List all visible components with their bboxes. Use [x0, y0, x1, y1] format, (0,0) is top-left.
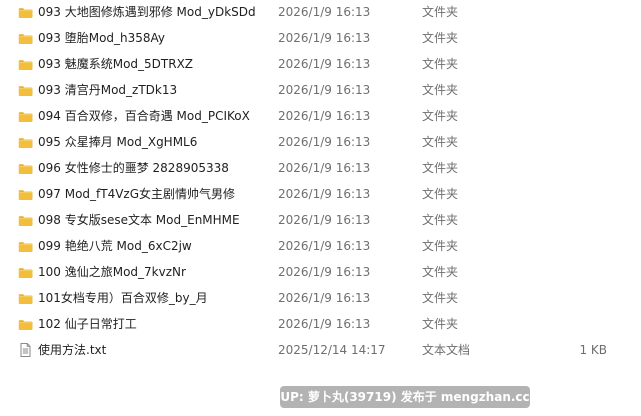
file-name: 097 Mod_fT4VzG女主剧情帅气男修: [38, 187, 236, 201]
file-name: 098 专女版sese文本 Mod_EnMHME: [38, 213, 240, 227]
folder-row[interactable]: 093 清宫丹Mod_zTDk13 2026/1/9 16:13 文件夹: [0, 78, 641, 104]
folder-row[interactable]: 093 魅魔系统Mod_5DTRXZ 2026/1/9 16:13 文件夹: [0, 52, 641, 78]
file-list: 093 大地图修炼遇到邪修 Mod_yDkSDd 2026/1/9 16:13 文件…: [0, 0, 641, 416]
folder-row[interactable]: 093 堕胎Mod_h358Ay 2026/1/9 16:13 文件夹: [0, 26, 641, 52]
folder-row[interactable]: 097 Mod_fT4VzG女主剧情帅气男修 2026/1/9 16:13 文件夹: [0, 182, 641, 208]
folder-row[interactable]: 093 大地图修炼遇到邪修 Mod_yDkSDd 2026/1/9 16:13 文件…: [0, 0, 641, 26]
modified-date: 2026/1/9 16:13: [278, 5, 371, 19]
modified-date: 2026/1/9 16:13: [278, 135, 371, 149]
watermark: UP: 萝卜丸(39719) 发布于 mengzhan.cc: [280, 386, 530, 408]
file-type: 文件夹: [422, 187, 459, 201]
folder-icon: [18, 160, 33, 176]
file-type: 文本文档: [422, 343, 471, 357]
file-name: 093 堕胎Mod_h358Ay: [38, 31, 166, 45]
folder-icon: [18, 238, 33, 254]
folder-row[interactable]: 098 专女版sese文本 Mod_EnMHME 2026/1/9 16:13 文件…: [0, 208, 641, 234]
modified-date: 2026/1/9 16:13: [278, 109, 371, 123]
file-type: 文件夹: [422, 109, 459, 123]
file-name: 093 魅魔系统Mod_5DTRXZ: [38, 57, 194, 71]
file-name: 094 百合双修，百合奇遇 Mod_PCIKoX: [38, 109, 250, 123]
modified-date: 2026/1/9 16:13: [278, 239, 371, 253]
file-type: 文件夹: [422, 161, 459, 175]
file-type: 文件夹: [422, 31, 459, 45]
file-name: 099 艳绝八荒 Mod_6xC2jw: [38, 239, 192, 253]
file-type: 文件夹: [422, 5, 459, 19]
folder-icon: [18, 290, 33, 306]
modified-date: 2026/1/9 16:13: [278, 291, 371, 305]
modified-date: 2026/1/9 16:13: [278, 31, 371, 45]
folder-icon: [18, 56, 33, 72]
folder-row[interactable]: 100 逸仙之旅Mod_7kvzNr 2026/1/9 16:13 文件夹: [0, 260, 641, 286]
file-size: 1 KB: [579, 343, 607, 357]
file-name: 095 众星捧月 Mod_XgHML6: [38, 135, 198, 149]
folder-row[interactable]: 099 艳绝八荒 Mod_6xC2jw 2026/1/9 16:13 文件夹: [0, 234, 641, 260]
file-name: 100 逸仙之旅Mod_7kvzNr: [38, 265, 186, 279]
folder-icon: [18, 316, 33, 332]
folder-row[interactable]: 102 仙子日常打工 2026/1/9 16:13 文件夹: [0, 312, 641, 338]
file-name: 093 清宫丹Mod_zTDk13: [38, 83, 178, 97]
folder-row[interactable]: 096 女性修士的噩梦 2828905338 2026/1/9 16:13 文件夹: [0, 156, 641, 182]
folder-row[interactable]: 101女档专用）百合双修_by_月 2026/1/9 16:13 文件夹: [0, 286, 641, 312]
modified-date: 2026/1/9 16:13: [278, 265, 371, 279]
folder-icon: [18, 30, 33, 46]
modified-date: 2025/12/14 14:17: [278, 343, 386, 357]
folder-icon: [18, 212, 33, 228]
file-name: 101女档专用）百合双修_by_月: [38, 291, 208, 305]
file-type: 文件夹: [422, 291, 459, 305]
folder-row[interactable]: 094 百合双修，百合奇遇 Mod_PCIKoX 2026/1/9 16:13 文件…: [0, 104, 641, 130]
file-name: 102 仙子日常打工: [38, 317, 137, 331]
folder-icon: [18, 82, 33, 98]
file-type: 文件夹: [422, 83, 459, 97]
modified-date: 2026/1/9 16:13: [278, 161, 371, 175]
folder-row[interactable]: 095 众星捧月 Mod_XgHML6 2026/1/9 16:13 文件夹: [0, 130, 641, 156]
folder-icon: [18, 4, 33, 20]
file-name: 096 女性修士的噩梦 2828905338: [38, 161, 229, 175]
folder-icon: [18, 134, 33, 150]
file-name: 093 大地图修炼遇到邪修 Mod_yDkSDd: [38, 5, 256, 19]
file-type: 文件夹: [422, 265, 459, 279]
file-type: 文件夹: [422, 135, 459, 149]
modified-date: 2026/1/9 16:13: [278, 83, 371, 97]
folder-icon: [18, 186, 33, 202]
text-file-icon: [18, 342, 33, 358]
file-type: 文件夹: [422, 57, 459, 71]
file-name: 使用方法.txt: [38, 343, 107, 357]
file-type: 文件夹: [422, 213, 459, 227]
folder-icon: [18, 264, 33, 280]
modified-date: 2026/1/9 16:13: [278, 213, 371, 227]
file-type: 文件夹: [422, 317, 459, 331]
file-row[interactable]: 使用方法.txt 2025/12/14 14:17 文本文档 1 KB: [0, 338, 641, 364]
file-type: 文件夹: [422, 239, 459, 253]
modified-date: 2026/1/9 16:13: [278, 187, 371, 201]
modified-date: 2026/1/9 16:13: [278, 317, 371, 331]
folder-icon: [18, 108, 33, 124]
modified-date: 2026/1/9 16:13: [278, 57, 371, 71]
